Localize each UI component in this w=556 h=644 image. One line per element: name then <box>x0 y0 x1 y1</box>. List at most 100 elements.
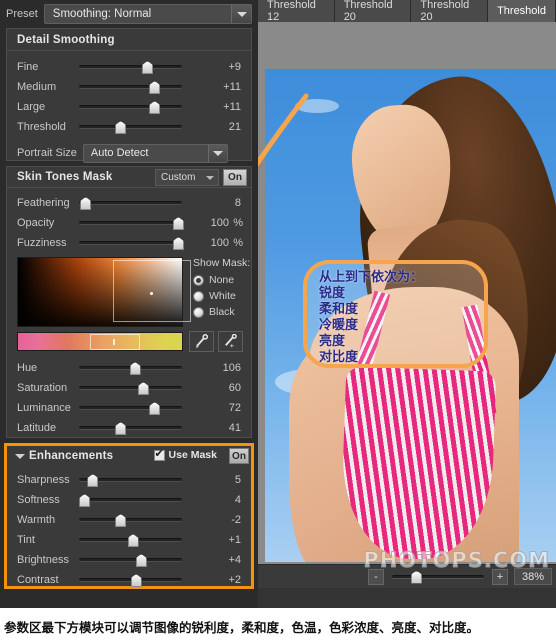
caption-text: 参数区最下方模块可以调节图像的锐利度，柔和度，色温，色彩浓度、亮度、对比度。 <box>4 619 480 635</box>
skin-tones-preset-dropdown[interactable]: Custom <box>155 169 219 186</box>
use-mask-checkbox[interactable] <box>153 448 165 461</box>
svg-text:+: + <box>230 341 235 349</box>
radio-none-icon[interactable] <box>193 274 204 286</box>
softness-slider-knob[interactable] <box>79 494 91 507</box>
zoom-slider-knob[interactable] <box>411 570 422 584</box>
chevron-down-icon <box>236 11 247 17</box>
brightness-slider-knob[interactable] <box>135 554 147 567</box>
contrast-value: +2 <box>228 574 241 586</box>
feathering-slider[interactable] <box>79 197 182 210</box>
warmth-slider[interactable] <box>79 514 182 527</box>
latitude-slider[interactable] <box>79 422 182 435</box>
skin-tone-selection-rect[interactable] <box>113 260 191 322</box>
opacity-label: Opacity <box>17 217 55 229</box>
contrast-slider[interactable] <box>79 574 182 587</box>
tint-slider-knob[interactable] <box>127 534 139 547</box>
preset-dropdown-arrow-button[interactable] <box>231 5 251 23</box>
portrait-size-dropdown-arrow-button[interactable] <box>207 144 227 162</box>
medium-slider-knob[interactable] <box>149 81 161 94</box>
enhancements-toggle[interactable]: On <box>229 448 249 464</box>
threshold-slider[interactable] <box>79 121 182 134</box>
use-mask-checkbox-row[interactable]: Use Mask <box>153 448 217 461</box>
detail-smoothing-section: Detail Smoothing Fine +9 Medium +11 Larg… <box>6 28 252 163</box>
opacity-slider-knob[interactable] <box>172 217 184 230</box>
opacity-unit: % <box>233 217 243 229</box>
callout-line-4: 冷暖度 <box>319 318 359 333</box>
saturation-slider[interactable] <box>79 382 182 395</box>
use-mask-label: Use Mask <box>168 449 217 461</box>
feathering-slider-knob[interactable] <box>80 197 92 210</box>
warmth-label: Warmth <box>17 514 56 526</box>
slider-row-tint: Tint +1 <box>7 530 251 550</box>
tab-threshold-active[interactable]: Threshold <box>488 0 556 22</box>
hue-range-strip[interactable] <box>17 332 183 351</box>
show-mask-option-black[interactable]: Black <box>193 306 250 318</box>
sharpness-slider[interactable] <box>79 474 182 487</box>
hue-slider-knob[interactable] <box>129 362 141 375</box>
portrait-size-dropdown[interactable]: Auto Detect <box>82 143 228 163</box>
threshold-slider-knob[interactable] <box>115 121 127 134</box>
enhancements-header[interactable]: Enhancements Use Mask On <box>7 446 251 466</box>
preset-label: Preset <box>6 8 38 20</box>
fuzziness-value: 100 <box>210 237 229 249</box>
hue-strip-row: + <box>7 331 251 353</box>
sharpness-slider-knob[interactable] <box>87 474 99 487</box>
hue-label: Hue <box>17 362 38 374</box>
opacity-value: 100 <box>210 217 229 229</box>
luminance-slider[interactable] <box>79 402 182 415</box>
hue-range-selection[interactable] <box>90 334 140 350</box>
tab-threshold-20-b[interactable]: Threshold 20 <box>411 0 489 23</box>
chevron-down-icon[interactable] <box>15 453 25 459</box>
brightness-slider[interactable] <box>79 554 182 567</box>
brightness-value: +4 <box>228 554 241 566</box>
fuzziness-slider[interactable] <box>79 237 184 250</box>
saturation-label: Saturation <box>17 382 68 394</box>
parameters-panel: Preset Smoothing: Normal Detail Smoothin… <box>0 0 258 608</box>
skin-tones-mask-header: Skin Tones Mask Custom On <box>7 167 251 188</box>
warmth-value: -2 <box>231 514 241 526</box>
skin-tones-mask-toggle[interactable]: On <box>223 169 247 186</box>
fuzziness-slider-knob[interactable] <box>172 237 184 250</box>
tab-threshold-20-a[interactable]: Threshold 20 <box>334 0 412 23</box>
softness-slider[interactable] <box>79 494 182 507</box>
luminance-label: Luminance <box>17 402 71 414</box>
image-canvas[interactable]: 从上到下依次为： 锐度 柔和度 冷暖度 亮度 对比度 <box>258 22 556 586</box>
radio-white-icon[interactable] <box>193 290 204 302</box>
large-slider[interactable] <box>79 101 182 114</box>
document-tab-bar: Threshold 12 Threshold 20 Threshold 20 T… <box>258 0 556 23</box>
zoom-slider[interactable] <box>392 570 484 584</box>
tint-slider[interactable] <box>79 534 182 547</box>
contrast-slider-knob[interactable] <box>130 574 142 587</box>
fine-slider-knob[interactable] <box>141 61 153 74</box>
sharpness-value: 5 <box>234 474 241 486</box>
tab-threshold-12[interactable]: Threshold 12 <box>258 0 335 23</box>
latitude-slider-knob[interactable] <box>115 422 127 435</box>
contrast-label: Contrast <box>17 574 59 586</box>
callout-pointer-arrow <box>258 93 309 167</box>
luminance-slider-knob[interactable] <box>149 402 161 415</box>
large-label: Large <box>17 101 46 113</box>
opacity-slider[interactable] <box>79 217 184 230</box>
hue-slider[interactable] <box>79 362 182 375</box>
warmth-slider-knob[interactable] <box>115 514 127 527</box>
feathering-label: Feathering <box>17 197 70 209</box>
show-mask-option-white[interactable]: White <box>193 290 250 302</box>
chevron-down-icon <box>212 150 223 156</box>
eyedropper-add-button[interactable]: + <box>218 331 243 352</box>
slider-row-large: Large +11 <box>7 97 251 117</box>
preset-dropdown[interactable]: Smoothing: Normal <box>43 4 252 24</box>
fine-slider[interactable] <box>79 61 182 74</box>
eyedropper-button[interactable] <box>189 331 214 352</box>
slider-row-fine: Fine +9 <box>7 57 251 77</box>
preset-value: Smoothing: Normal <box>52 8 152 20</box>
skin-tone-gradient-box[interactable] <box>17 257 191 327</box>
enhancements-section: Enhancements Use Mask On Sharpness 5 Sof… <box>4 443 254 589</box>
show-mask-option-none[interactable]: None <box>193 274 250 286</box>
detail-smoothing-header: Detail Smoothing <box>7 29 251 51</box>
radio-black-icon[interactable] <box>193 306 204 318</box>
large-slider-knob[interactable] <box>149 101 161 114</box>
skin-tone-sample-point <box>150 292 153 295</box>
medium-slider[interactable] <box>79 81 182 94</box>
saturation-slider-knob[interactable] <box>137 382 149 395</box>
callout-line-6: 对比度 <box>319 350 359 365</box>
